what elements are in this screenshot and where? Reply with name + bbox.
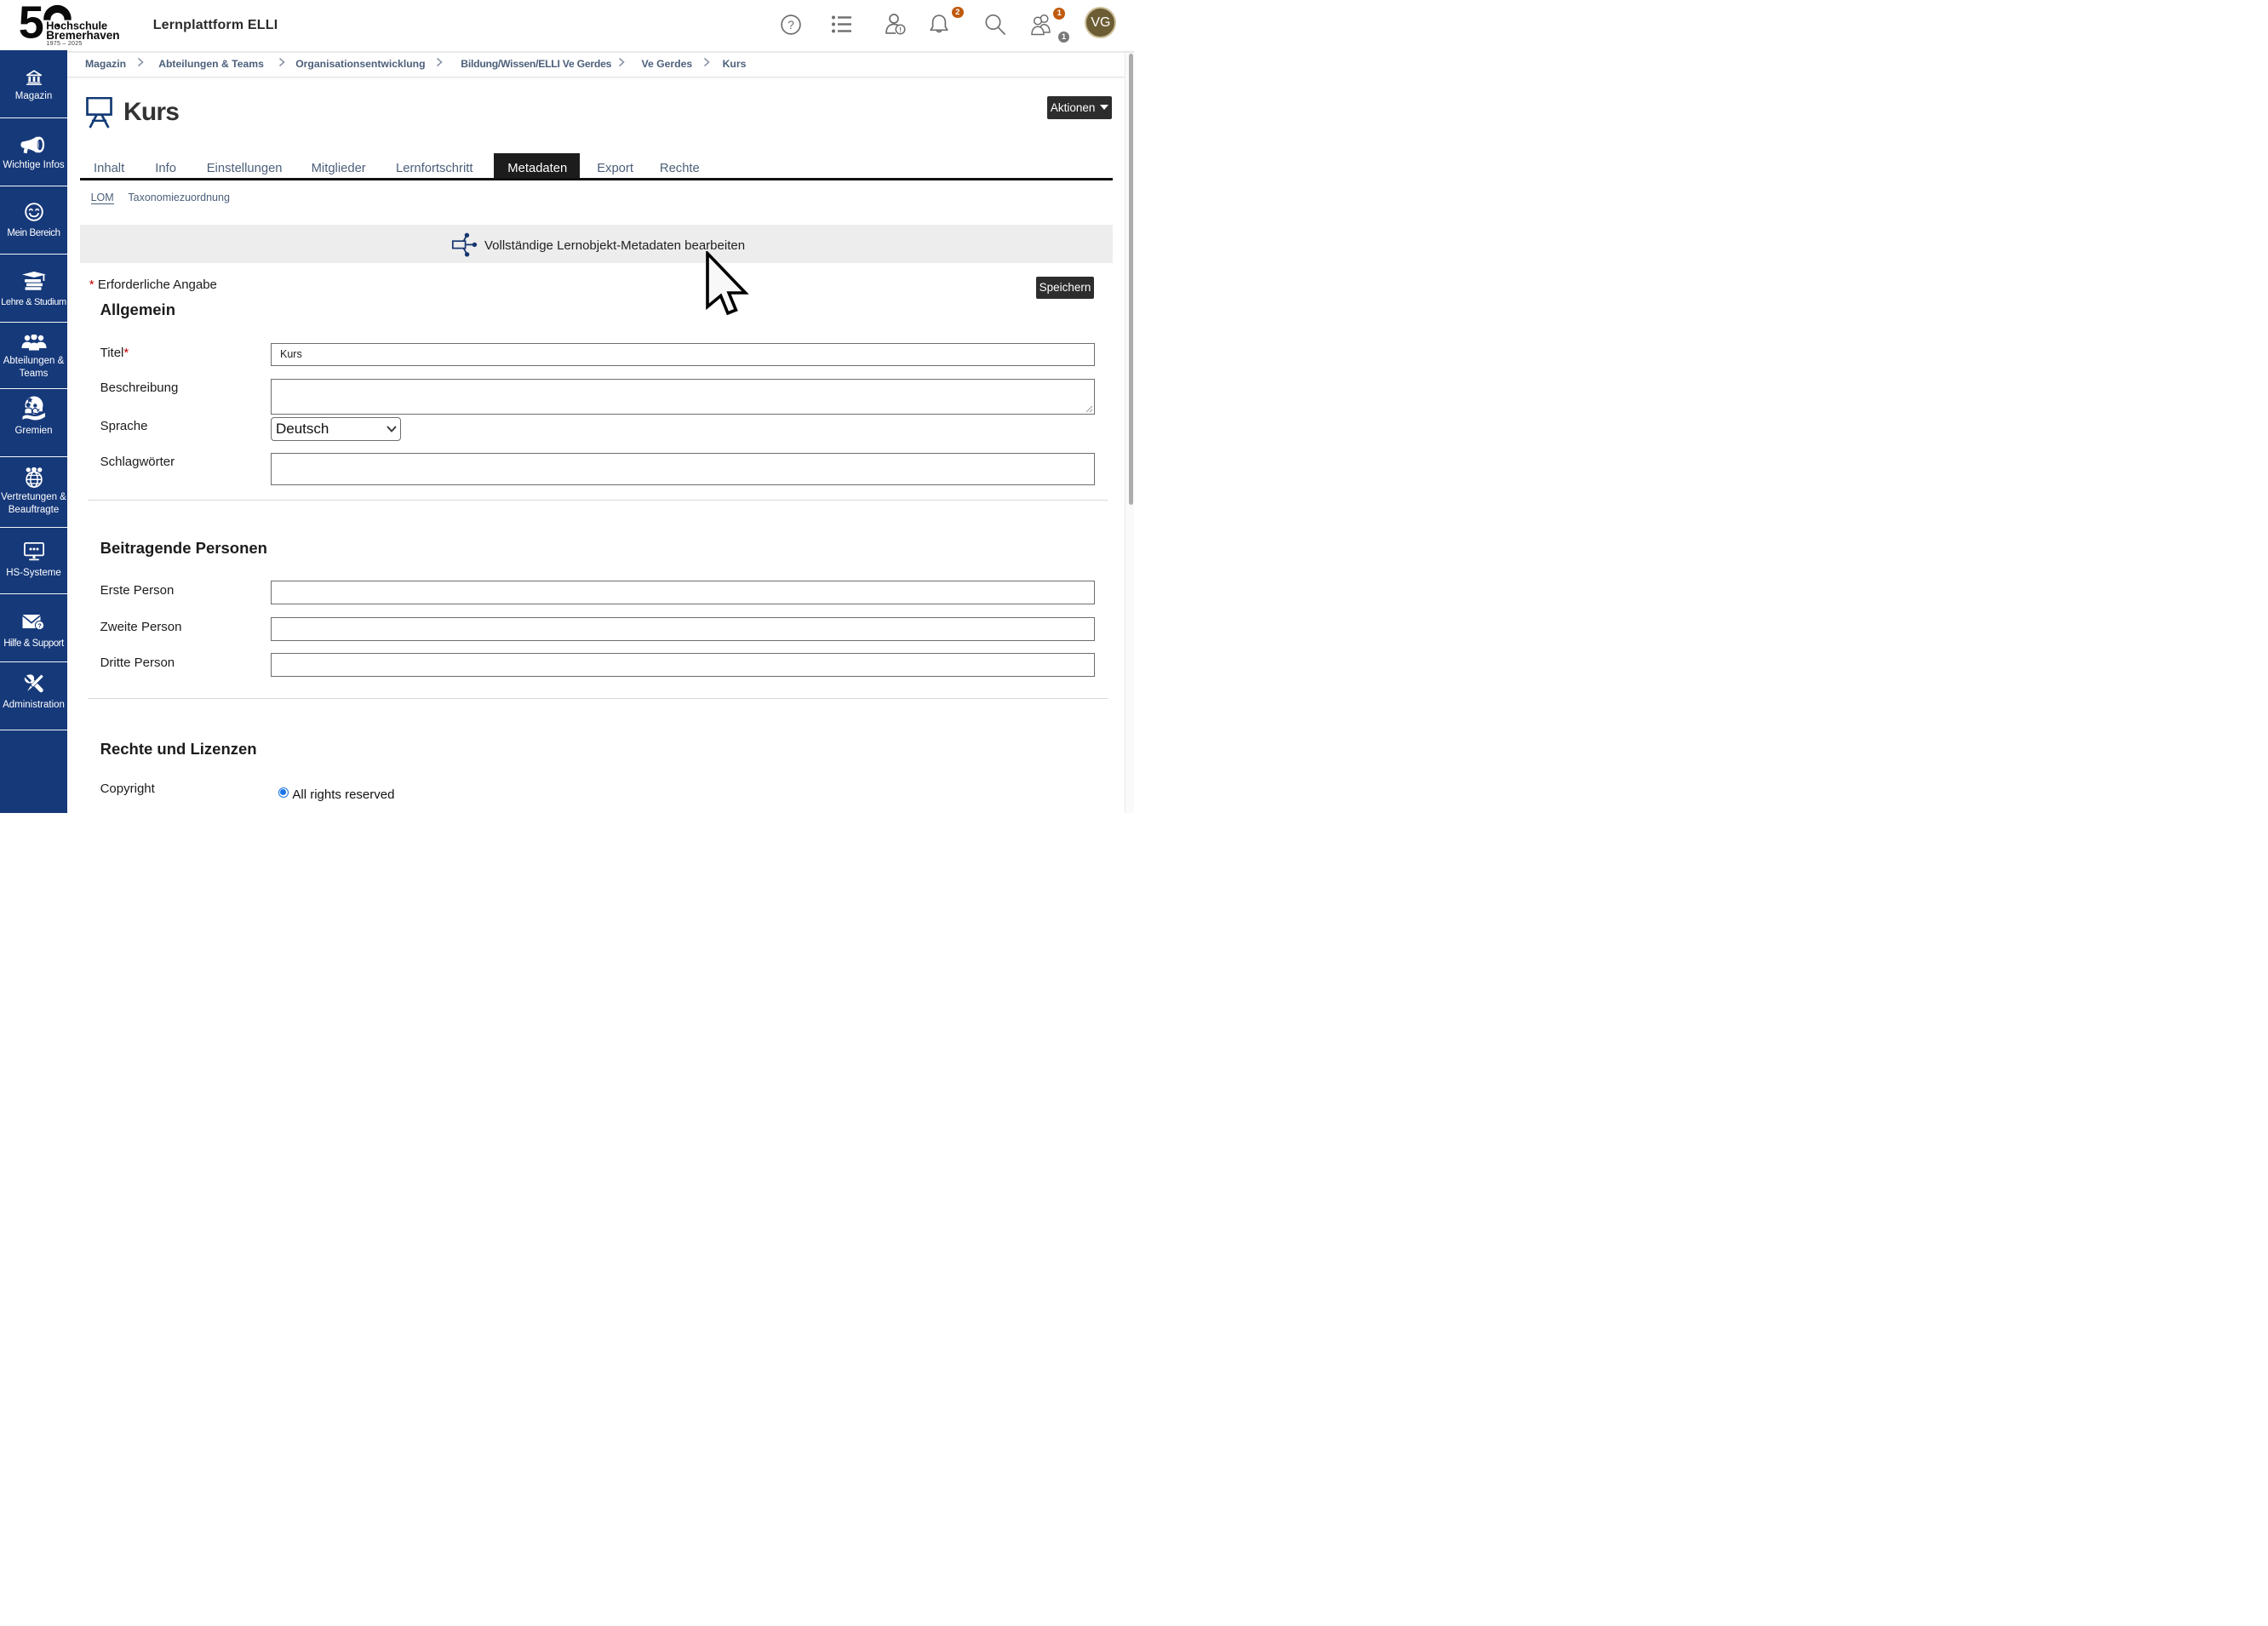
svg-text:!: !: [899, 26, 902, 34]
svg-text:?: ?: [37, 622, 42, 630]
svg-text:5: 5: [19, 0, 44, 48]
svg-text:1975 – 2025: 1975 – 2025: [46, 41, 82, 47]
svg-text:Bremerhaven: Bremerhaven: [46, 29, 119, 42]
svg-text:?: ?: [788, 18, 794, 31]
